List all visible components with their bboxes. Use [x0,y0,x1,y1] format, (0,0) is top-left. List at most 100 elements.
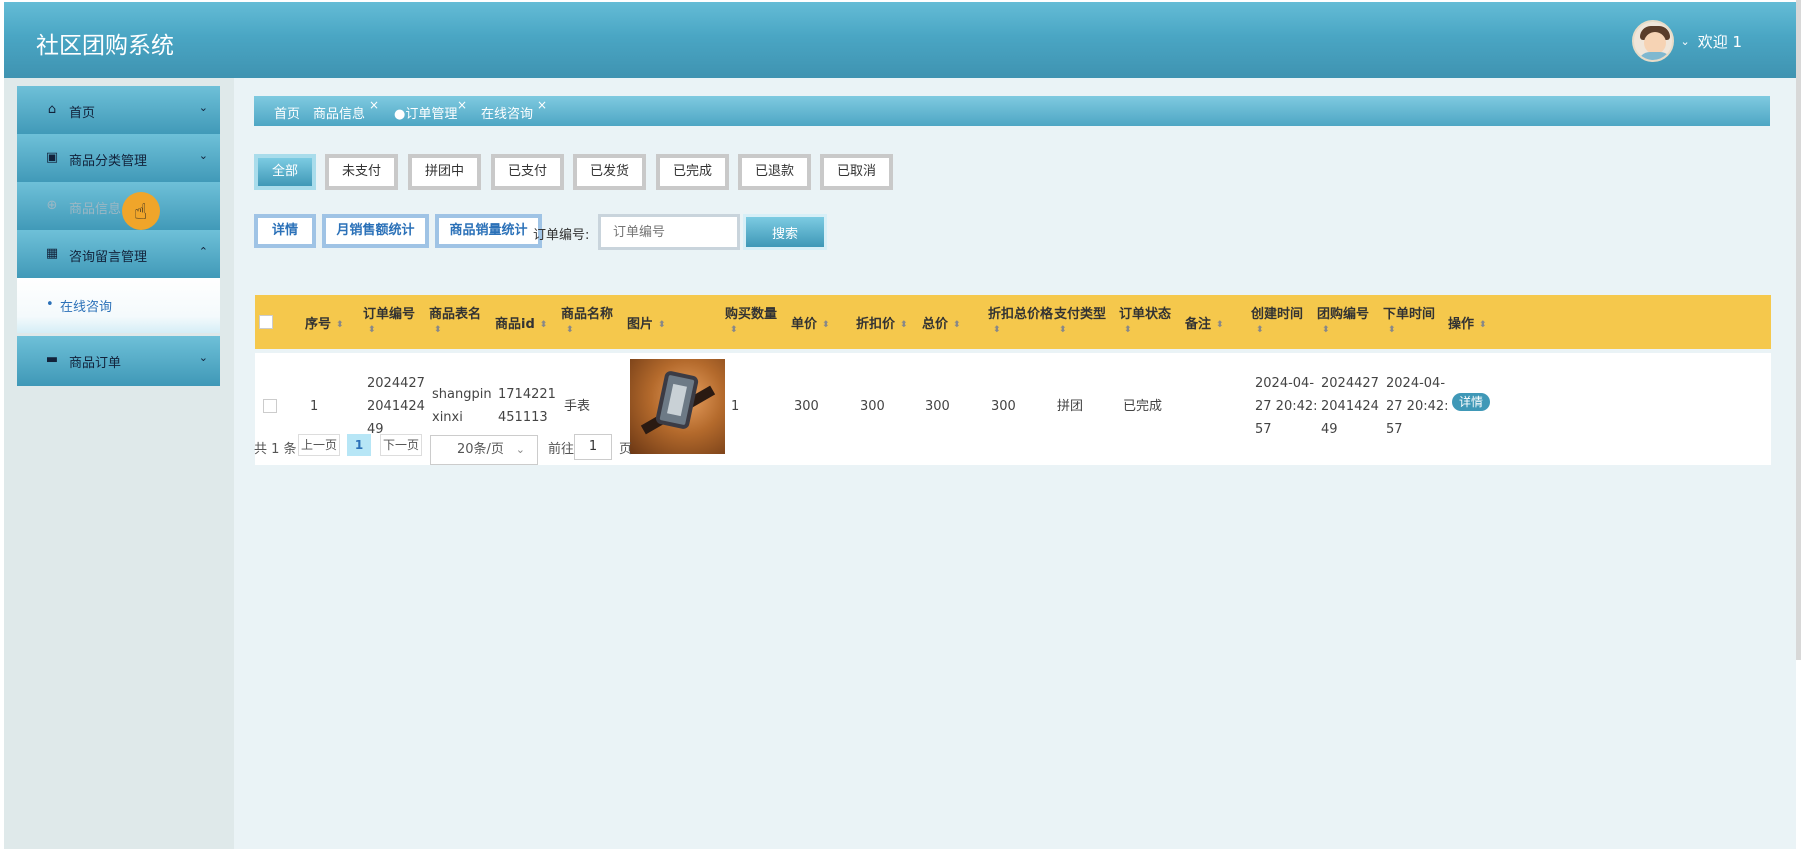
filter-completed-button[interactable]: 已完成 [656,154,729,190]
col-header-quantity[interactable]: 购买数量 ⬍ [725,303,785,337]
goto-suffix: 页 [619,442,633,457]
cell-index: 1 [310,399,319,414]
avatar[interactable] [1632,20,1675,62]
order-no-input[interactable] [598,214,740,250]
cell-quantity: 1 [731,399,740,414]
cell-product-name: 手表 [564,399,591,414]
order-no-label: 订单编号: [533,228,590,243]
hand-cursor-icon: ☝ [134,200,148,225]
tab-online-consult[interactable]: 在线咨询 × [481,98,547,122]
tab-home[interactable]: 首页 [274,103,300,122]
sidebar-item-label: 商品信息 [69,202,122,217]
cell-pay-type: 拼团 [1057,399,1084,414]
col-header-pay-type[interactable]: 支付类型 ⬍ [1054,303,1114,337]
close-icon[interactable]: × [457,98,467,112]
col-header-status[interactable]: 订单状态 ⬍ [1119,303,1179,337]
card-icon: ▬ [45,352,59,367]
top-header: 社区团购系统 ⌄ 欢迎 1 [4,2,1796,78]
col-header-operation: 操作 ⬍ [1448,317,1487,332]
product-image[interactable] [630,359,725,454]
chevron-down-icon: ⌄ [198,149,208,162]
filter-grouping-button[interactable]: 拼团中 [408,154,481,190]
tab-bar: 首页 商品信息 × ●订单管理 × 在线咨询 × [254,96,1770,126]
prev-page-button[interactable]: 上一页 [298,434,340,456]
row-detail-button[interactable]: 详情 [1452,393,1490,411]
close-icon[interactable]: × [369,98,379,112]
watch-icon [654,370,700,430]
chevron-down-icon: ⌄ [198,351,208,364]
sidebar-item-category[interactable]: ▣ 商品分类管理 ⌄ [17,134,220,184]
app-title: 社区团购系统 [36,33,174,59]
page-size-select[interactable]: 20条/页 ⌄ [430,435,538,465]
select-all-checkbox[interactable] [259,315,273,329]
close-icon[interactable]: × [537,98,547,112]
cell-order-no: 2024427 2041424 49 [367,376,425,437]
plus-circle-icon: ⊕ [46,198,58,213]
sidebar-item-label: 商品订单 [69,356,122,371]
next-page-button[interactable]: 下一页 [380,434,422,456]
sidebar-item-label: 首页 [69,106,96,121]
cell-total: 300 [925,399,950,414]
page-scrollbar[interactable] [1796,0,1801,849]
col-header-image[interactable]: 图片 ⬍ [627,313,666,332]
col-header-order-no[interactable]: 订单编号 ⬍ [363,303,423,337]
search-button[interactable]: 搜索 [743,214,827,250]
chevron-up-icon: ⌃ [198,245,208,258]
sidebar-item-label: 商品分类管理 [69,154,148,169]
chevron-down-icon: ⌄ [515,443,525,456]
chevron-down-icon: ⌄ [198,101,208,114]
col-header-product-name[interactable]: 商品名称 ⬍ [561,303,621,337]
filter-unpaid-button[interactable]: 未支付 [325,154,398,190]
sidebar-item-product-info[interactable]: ⊕ 商品信息 [17,182,220,232]
filter-paid-button[interactable]: 已支付 [491,154,564,190]
col-header-table-name[interactable]: 商品表名 ⬍ [429,303,489,337]
detail-button[interactable]: 详情 [254,214,316,248]
sidebar-item-orders[interactable]: ▬ 商品订单 ⌄ [17,336,220,386]
sidebar-subitem-label: 在线咨询 [60,300,113,315]
filter-shipped-button[interactable]: 已发货 [573,154,646,190]
col-header-product-id[interactable]: 商品id ⬍ [495,313,547,332]
cell-discount-total: 300 [991,399,1016,414]
col-header-created[interactable]: 创建时间 ⬍ [1251,303,1311,337]
cell-table-name: shangpin xinxi [432,387,492,425]
book-icon: ▣ [45,150,59,165]
cell-unit-price: 300 [794,399,819,414]
user-menu[interactable]: ⌄ 欢迎 1 [1632,20,1742,62]
scrollbar-thumb[interactable] [1796,0,1801,660]
row-checkbox[interactable] [263,399,277,413]
bullet-icon: • [46,297,54,312]
tab-product-info[interactable]: 商品信息 × [313,98,379,122]
col-header-order-time[interactable]: 下单时间 ⬍ [1383,303,1443,337]
total-count: 共 1 条 [254,442,297,457]
home-icon: ⌂ [47,102,57,117]
filter-refunded-button[interactable]: 已退款 [738,154,811,190]
sidebar: ⌂ 首页 ⌄ ▣ 商品分类管理 ⌄ ⊕ 商品信息 ▦ 咨询留言管理 ⌃ • 在线… [4,78,234,849]
chevron-down-icon[interactable]: ⌄ [1680,35,1689,48]
col-header-discount-price[interactable]: 折扣价 ⬍ [856,313,908,332]
col-header-unit-price[interactable]: 单价 ⬍ [791,313,830,332]
sidebar-subitem-online-consult[interactable]: • 在线咨询 [17,278,220,333]
cell-product-id: 1714221 451113 [498,387,556,425]
goto-page-input[interactable]: 1 [574,434,612,460]
active-dot-icon: ● [394,107,406,122]
sidebar-item-consult[interactable]: ▦ 咨询留言管理 ⌃ [17,230,220,280]
filter-all-button[interactable]: 全部 [254,154,316,190]
goto-label: 前往 [548,442,575,457]
cell-group-no: 2024427 2041424 49 [1321,376,1379,437]
sidebar-item-home[interactable]: ⌂ 首页 ⌄ [17,86,220,136]
col-header-index[interactable]: 序号 ⬍ [305,313,344,332]
page-number-1[interactable]: 1 [347,434,371,456]
chip-icon: ▦ [45,246,59,261]
filter-cancelled-button[interactable]: 已取消 [820,154,893,190]
tab-order-management[interactable]: ●订单管理 × [394,98,467,122]
col-header-group-no[interactable]: 团购编号 ⬍ [1317,303,1377,337]
monthly-sales-button[interactable]: 月销售额统计 [322,214,429,248]
col-header-total[interactable]: 总价 ⬍ [922,313,961,332]
product-sales-button[interactable]: 商品销量统计 [435,214,542,248]
cell-order-time: 2024-04- 27 20:42: 57 [1386,376,1449,437]
page-size-value: 20条/页 [457,442,504,457]
col-header-remark[interactable]: 备注 ⬍ [1185,313,1224,332]
col-header-discount-total[interactable]: 折扣总价格 ⬍ [988,303,1058,337]
main-content: 首页 商品信息 × ●订单管理 × 在线咨询 × 全部 未支付 拼团中 已支付 已发货… [234,78,1796,849]
sidebar-item-label: 咨询留言管理 [69,250,148,265]
